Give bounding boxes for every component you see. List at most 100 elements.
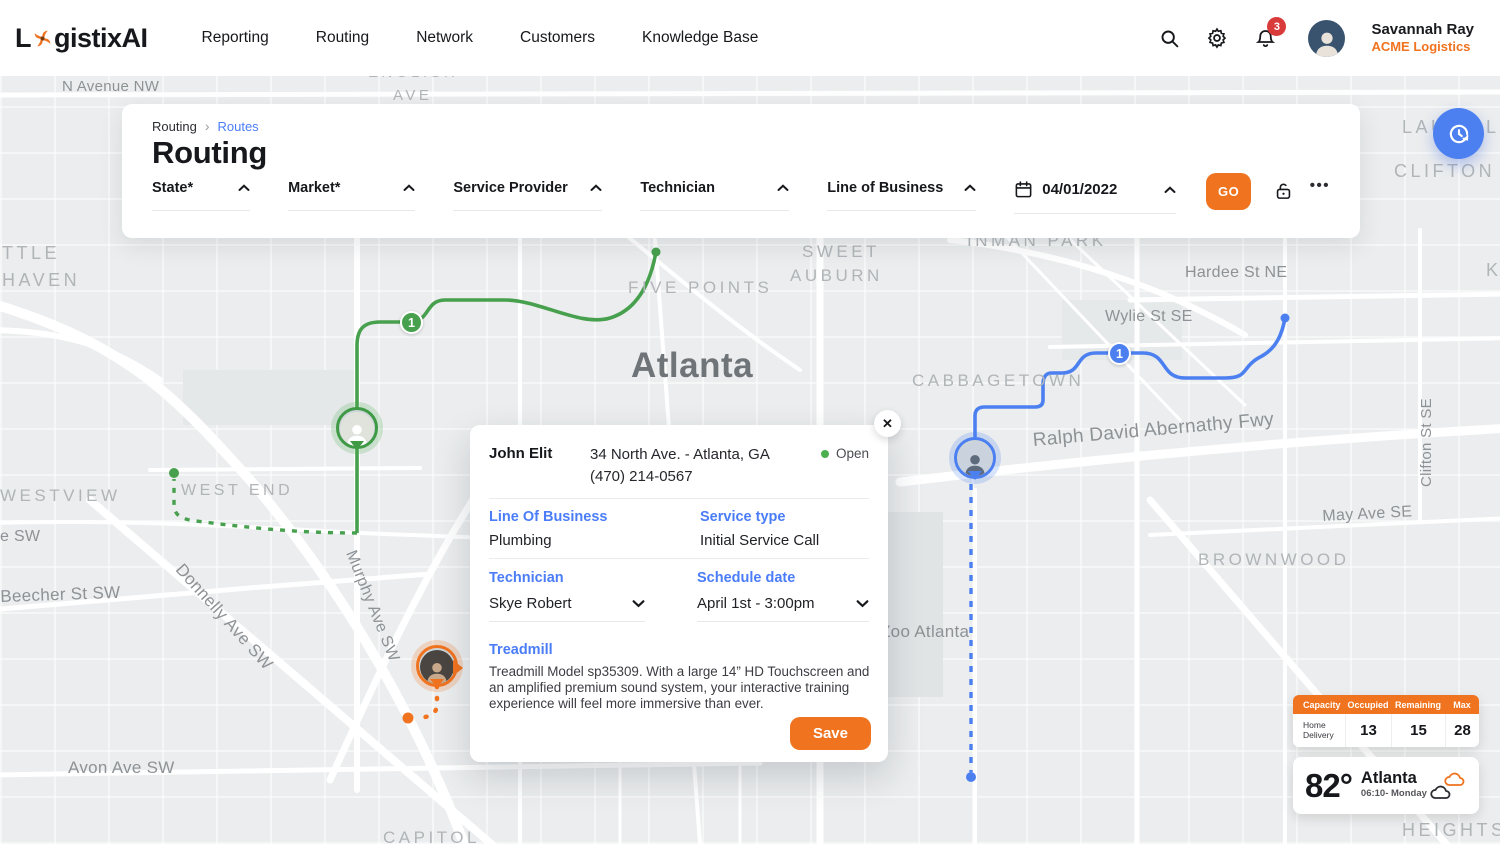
go-button[interactable]: GO <box>1206 173 1250 210</box>
search-icon[interactable] <box>1156 25 1182 51</box>
filter-line-of-business[interactable]: Line of Business <box>827 180 976 211</box>
technician-select[interactable]: Skye Robert <box>489 595 645 622</box>
technician-value: Skye Robert <box>489 595 572 612</box>
lock-icon[interactable] <box>1274 181 1293 206</box>
filter-service-provider[interactable]: Service Provider <box>453 180 602 211</box>
service-type-label: Service type <box>700 509 869 525</box>
technician-pin-green[interactable] <box>336 407 378 449</box>
line-of-business-label: Line Of Business <box>489 509 700 525</box>
technician-label: Technician <box>489 570 697 586</box>
weather-temp: 82° <box>1305 767 1352 805</box>
job-header: John Elit 34 North Ave. - Atlanta, GA (4… <box>470 425 888 498</box>
user-org: ACME Logistics <box>1371 38 1474 55</box>
map-label: Avon Ave SW <box>68 758 175 778</box>
ellipsis-icon[interactable]: ••• <box>1310 177 1330 194</box>
nav-links: Reporting Routing Network Customers Know… <box>202 29 759 47</box>
capacity-max: 28 <box>1445 714 1479 747</box>
map-label: May Ave SE <box>1322 503 1413 526</box>
filter-state[interactable]: State* <box>152 180 250 211</box>
close-icon[interactable]: ✕ <box>874 410 901 437</box>
schedule-date-select[interactable]: April 1st - 3:00pm <box>697 595 869 622</box>
map-label: HEIGHTS <box>1402 820 1500 841</box>
capacity-row: Home Delivery 13 15 28 <box>1293 714 1479 747</box>
calendar-icon <box>1014 180 1033 199</box>
capacity-widget: Capacity Occupied Remaining Max Home Del… <box>1293 695 1479 747</box>
weather-time: 06:10- Monday <box>1361 787 1427 801</box>
person-avatar <box>958 442 992 476</box>
map-label: CLIFTON <box>1394 161 1495 182</box>
capacity-header-row: Capacity Occupied Remaining Max <box>1293 695 1479 714</box>
map-label: e SW <box>0 528 40 546</box>
breadcrumb-routes[interactable]: Routes <box>217 119 258 134</box>
filter-row: State* Market* Service Provider Technici… <box>152 180 1330 214</box>
map-label: Wylie St SE <box>1105 308 1193 326</box>
user-meta[interactable]: Savannah Ray ACME Logistics <box>1371 21 1474 55</box>
schedule-date-value: April 1st - 3:00pm <box>697 595 815 612</box>
filter-market[interactable]: Market* <box>288 180 415 211</box>
chevron-down-icon <box>632 599 645 608</box>
map-label: Ralph David Abernathy Fwy <box>1032 409 1275 452</box>
route-history-button[interactable] <box>1433 108 1484 159</box>
app-logo[interactable]: L gistixAI <box>15 23 148 54</box>
map-label: Atlanta <box>631 346 753 386</box>
map-label: CAPITOL <box>383 828 480 844</box>
logo-suffix: gistixAI <box>54 23 148 54</box>
route-stop-badge-blue: 1 <box>1108 342 1131 365</box>
filter-technician[interactable]: Technician <box>640 180 789 211</box>
chevron-up-icon <box>777 184 789 192</box>
user-name: Savannah Ray <box>1371 21 1474 38</box>
page-title: Routing <box>152 135 1330 171</box>
status-dot <box>821 450 829 458</box>
nav-item-knowledge-base[interactable]: Knowledge Base <box>642 29 758 47</box>
chevron-up-icon <box>403 184 415 192</box>
map-label: Clifton St SE <box>1418 398 1435 487</box>
logo-prefix: L <box>15 23 31 54</box>
customer-phone: (470) 214-0567 <box>590 466 770 488</box>
map-label: BROWNWOOD <box>1198 550 1349 570</box>
nav-item-routing[interactable]: Routing <box>316 29 369 47</box>
map-label: N Avenue NW <box>62 78 159 95</box>
technician-pin-orange[interactable] <box>416 645 458 687</box>
schedule-date-label: Schedule date <box>697 570 869 586</box>
notification-badge: 3 <box>1267 17 1286 36</box>
weather-city: Atlanta <box>1361 771 1427 785</box>
product-title: Treadmill <box>489 642 869 658</box>
map-label: Zoo Atlanta <box>880 622 969 642</box>
capacity-header: Remaining <box>1391 700 1445 710</box>
line-of-business-value: Plumbing <box>489 532 700 549</box>
technician-pin-blue[interactable] <box>954 437 996 479</box>
cloud-icon <box>1430 771 1468 801</box>
chevron-up-icon <box>238 184 250 192</box>
chevron-up-icon <box>1164 186 1176 194</box>
customer-contact: 34 North Ave. - Atlanta, GA (470) 214-05… <box>590 444 770 487</box>
map-label: TTLE <box>2 243 60 264</box>
person-avatar <box>420 650 454 684</box>
weather-widget: 82° Atlanta 06:10- Monday <box>1293 757 1479 814</box>
date-picker[interactable]: 04/01/2022 <box>1014 180 1176 214</box>
route-blue-solid <box>975 318 1285 443</box>
status-label: Open <box>836 446 869 461</box>
nav-item-customers[interactable]: Customers <box>520 29 595 47</box>
breadcrumb: Routing › Routes <box>152 118 1330 134</box>
map-label: WEST END <box>181 482 293 500</box>
breadcrumb-separator: › <box>205 118 210 134</box>
customer-address: 34 North Ave. - Atlanta, GA <box>590 444 770 466</box>
route-stop-badge-green: 1 <box>400 311 423 334</box>
save-button[interactable]: Save <box>790 717 871 750</box>
breadcrumb-routing[interactable]: Routing <box>152 119 197 134</box>
map-label: AUBURN <box>790 266 883 286</box>
user-avatar[interactable] <box>1308 20 1345 57</box>
capacity-header: Max <box>1445 700 1479 710</box>
service-type-value: Initial Service Call <box>700 532 869 549</box>
capacity-occupied: 13 <box>1345 714 1391 747</box>
customer-name: John Elit <box>489 444 590 462</box>
nav-item-reporting[interactable]: Reporting <box>202 29 269 47</box>
gear-icon[interactable] <box>1204 25 1230 51</box>
capacity-header: Capacity <box>1293 700 1345 710</box>
bell-icon[interactable]: 3 <box>1252 25 1278 51</box>
product-description: Treadmill Model sp35309. With a large 14… <box>489 664 877 713</box>
nav-item-network[interactable]: Network <box>416 29 473 47</box>
map-label: Hardee St NE <box>1185 264 1287 282</box>
history-icon <box>1446 121 1472 147</box>
chevron-up-icon <box>964 184 976 192</box>
